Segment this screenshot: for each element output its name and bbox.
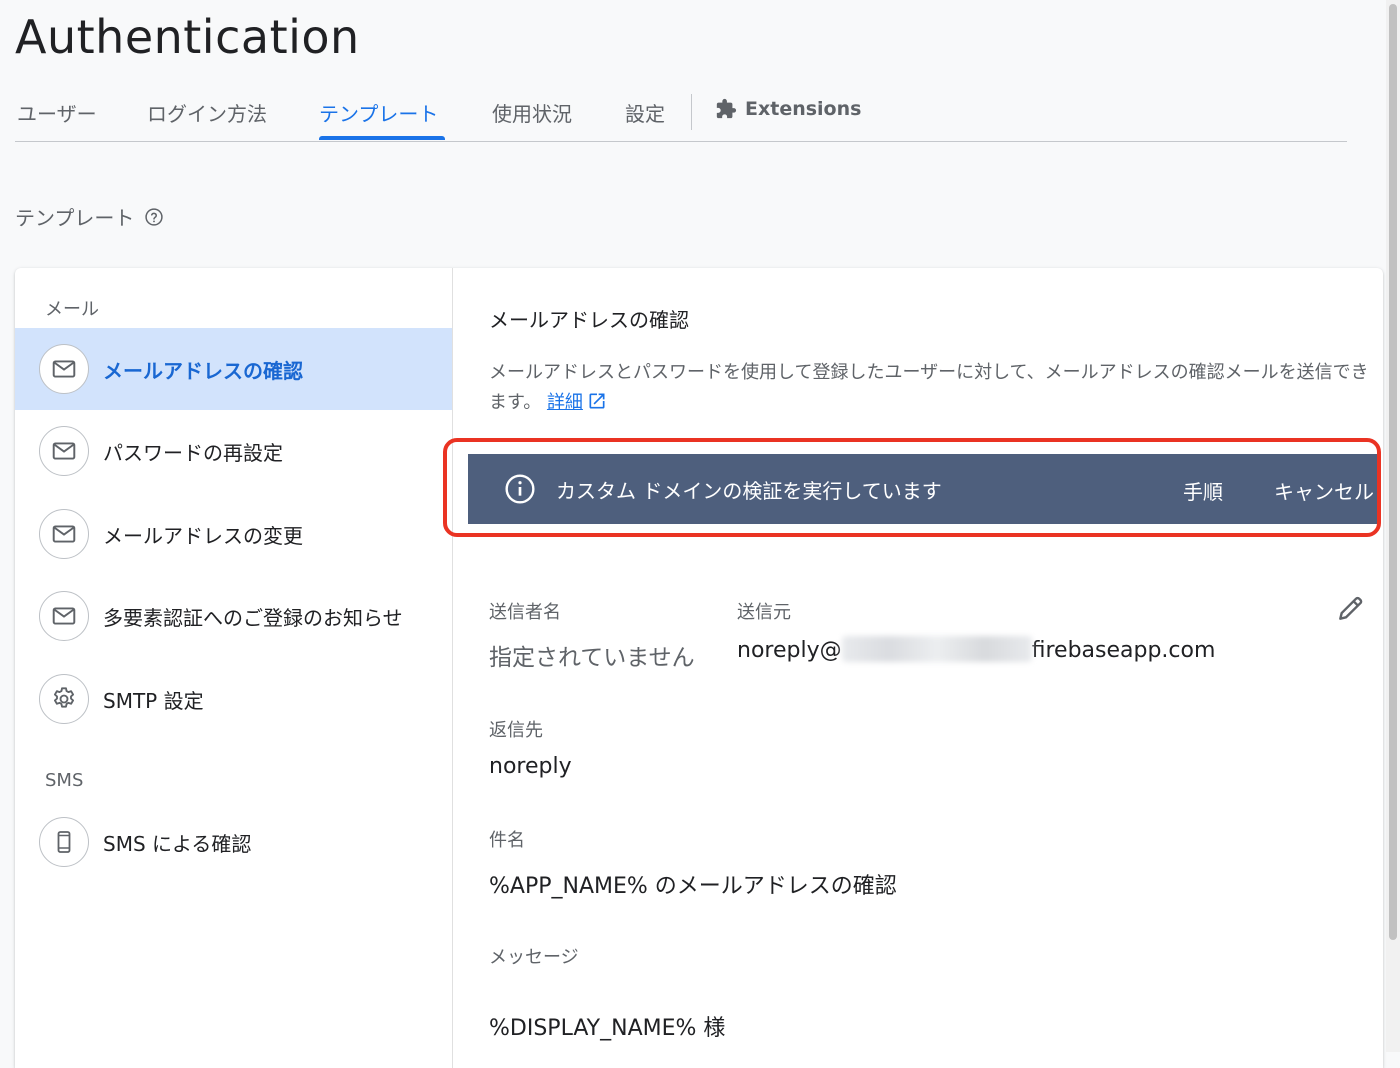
sidebar-group-sms: SMS: [45, 770, 84, 791]
content-description: メールアドレスとパスワードを使用して登録したユーザーに対して、メールアドレスの確…: [489, 358, 1369, 418]
steps-button[interactable]: 手順: [1183, 476, 1223, 505]
sidebar-item-email-change[interactable]: メールアドレスの変更: [15, 493, 452, 575]
tab-usage[interactable]: 使用状況: [492, 98, 572, 127]
help-circle-icon[interactable]: [144, 207, 164, 227]
from-suffix: firebaseapp.com: [1031, 638, 1216, 663]
sidebar-item-label: メールアドレスの確認: [103, 358, 303, 383]
field-reply-to-label: 返信先: [489, 720, 543, 741]
learn-more-link[interactable]: 詳細: [547, 392, 583, 413]
tab-divider: [691, 94, 692, 130]
external-link-icon[interactable]: [587, 391, 607, 411]
field-sender-name-value: 指定されていません: [489, 645, 695, 671]
sidebar-item-label: SMS による確認: [103, 831, 252, 856]
redacted-domain: [841, 636, 1032, 662]
sidebar-group-email: メール: [45, 299, 99, 320]
section-heading: テンプレート: [15, 202, 164, 231]
from-prefix: noreply@: [737, 638, 842, 663]
gear-icon: [39, 674, 89, 724]
banner-message: カスタム ドメインの検証を実行しています: [556, 478, 942, 503]
field-sender-name-label: 送信者名: [489, 602, 561, 623]
template-sidebar: メール メールアドレスの確認 パスワードの再設定 メールアドレスの変更 多要素認…: [15, 268, 453, 1068]
phone-icon: [39, 817, 89, 867]
field-subject-label: 件名: [489, 830, 525, 851]
field-subject-value: %APP_NAME% のメールアドレスの確認: [489, 874, 897, 899]
content-title: メールアドレスの確認: [489, 308, 689, 332]
sidebar-item-label: 多要素認証へのご登録のお知らせ: [103, 605, 403, 630]
puzzle-icon: [716, 98, 737, 119]
mail-icon: [39, 591, 89, 641]
verification-banner: カスタム ドメインの検証を実行しています 手順 キャンセル: [468, 454, 1380, 524]
mail-icon: [39, 344, 89, 394]
info-icon: [505, 474, 535, 504]
field-message-value: %DISPLAY_NAME% 様: [489, 1016, 726, 1041]
sidebar-item-label: メールアドレスの変更: [103, 523, 303, 548]
mail-icon: [39, 509, 89, 559]
edit-pencil-icon[interactable]: [1335, 592, 1367, 624]
page-scrollbar[interactable]: [1386, 0, 1400, 1052]
tab-users[interactable]: ユーザー: [17, 98, 97, 127]
template-details: メールアドレスの確認 メールアドレスとパスワードを使用して登録したユーザーに対し…: [468, 268, 1383, 1068]
tab-active-underline: [319, 136, 445, 140]
field-message-label: メッセージ: [489, 947, 579, 968]
page-title: Authentication: [15, 10, 360, 64]
tab-settings[interactable]: 設定: [625, 98, 665, 127]
sidebar-item-mfa-enrollment[interactable]: 多要素認証へのご登録のお知らせ: [15, 575, 452, 657]
description-text: メールアドレスとパスワードを使用して登録したユーザーに対して、メールアドレスの確…: [489, 362, 1369, 413]
sidebar-item-label: パスワードの再設定: [103, 440, 283, 465]
tab-templates[interactable]: テンプレート: [319, 98, 438, 127]
mail-icon: [39, 426, 89, 476]
sidebar-item-smtp-settings[interactable]: SMTP 設定: [15, 658, 452, 740]
cancel-button[interactable]: キャンセル: [1274, 476, 1374, 505]
sidebar-item-label: SMTP 設定: [103, 688, 204, 713]
scrollbar-thumb[interactable]: [1389, 4, 1397, 940]
field-reply-to-value: noreply: [489, 754, 572, 779]
tab-bar: ユーザー ログイン方法 テンプレート 使用状況 設定 Extensions: [15, 88, 1347, 142]
tab-sign-in-method[interactable]: ログイン方法: [147, 98, 267, 127]
templates-card: メール メールアドレスの確認 パスワードの再設定 メールアドレスの変更 多要素認…: [15, 268, 1383, 1068]
sidebar-item-password-reset[interactable]: パスワードの再設定: [15, 410, 452, 492]
field-from-label: 送信元: [737, 602, 791, 623]
field-from-value: noreply@ firebaseapp.com: [737, 636, 1215, 663]
tab-extensions[interactable]: Extensions: [715, 98, 861, 120]
tab-extensions-label: Extensions: [745, 98, 862, 120]
sidebar-item-sms-verification[interactable]: SMS による確認: [15, 801, 452, 883]
sidebar-item-email-verification[interactable]: メールアドレスの確認: [15, 328, 452, 410]
section-heading-text: テンプレート: [15, 206, 135, 230]
